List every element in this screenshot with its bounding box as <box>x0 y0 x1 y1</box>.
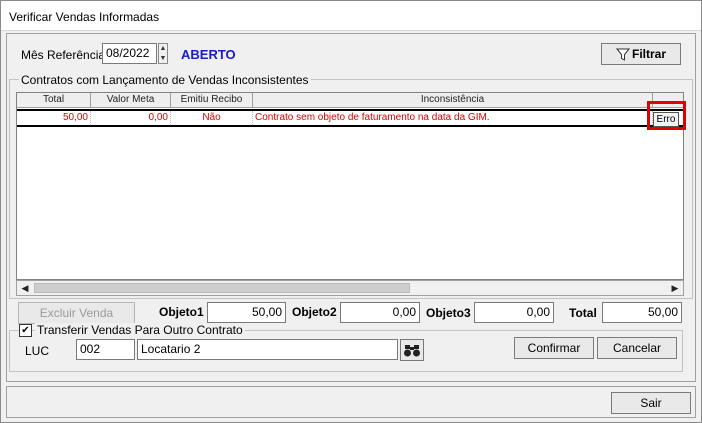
cell-valor-meta: 0,00 <box>91 111 171 125</box>
spin-up-icon[interactable]: ▲ <box>159 44 167 54</box>
main-window: Verificar Vendas Informadas Mês Referênc… <box>0 0 702 423</box>
column-header-inconsistencia[interactable]: Inconsistência <box>253 93 653 108</box>
status-label: ABERTO <box>181 47 236 62</box>
scroll-thumb[interactable] <box>34 283 410 293</box>
contracts-group-title: Contratos com Lançamento de Vendas Incon… <box>19 73 311 87</box>
cancelar-button[interactable]: Cancelar <box>597 337 677 359</box>
horizontal-scrollbar[interactable]: ◀ ▶ <box>16 280 684 296</box>
transfer-checkbox-label[interactable]: Transferir Vendas Para Outro Contrato <box>35 323 245 337</box>
luc-label: LUC <box>25 344 50 358</box>
objeto2-field[interactable]: 0,00 <box>340 302 420 323</box>
luc-input[interactable]: 002 <box>76 339 135 360</box>
column-header-emitiu-recibo[interactable]: Emitiu Recibo <box>171 93 253 108</box>
objeto1-field[interactable]: 50,00 <box>207 302 286 323</box>
objeto2-label: Objeto2 <box>292 305 337 319</box>
objeto3-field[interactable]: 0,00 <box>474 302 554 323</box>
spin-down-icon[interactable]: ▼ <box>159 54 167 64</box>
excluir-venda-button[interactable]: Excluir Venda <box>18 302 135 324</box>
funnel-icon <box>615 48 631 62</box>
confirmar-button[interactable]: Confirmar <box>514 337 594 359</box>
bottom-bar <box>6 386 696 418</box>
cell-inconsistencia: Contrato sem objeto de faturamento na da… <box>253 111 653 125</box>
locatario-field[interactable]: Locatario 2 <box>137 339 398 360</box>
mes-referencia-label: Mês Referência <box>21 48 106 62</box>
contracts-table[interactable]: Total Valor Meta Emitiu Recibo Inconsist… <box>16 92 684 280</box>
mes-referencia-input[interactable]: 08/2022 <box>102 43 157 64</box>
sair-button[interactable]: Sair <box>611 392 691 414</box>
transfer-checkbox[interactable]: ✔ <box>19 324 32 337</box>
column-header-total[interactable]: Total <box>17 93 91 108</box>
scroll-left-icon[interactable]: ◀ <box>17 281 33 295</box>
filtrar-button[interactable]: Filtrar <box>601 43 681 65</box>
erro-button-highlight <box>647 101 686 130</box>
cell-total: 50,00 <box>17 111 91 125</box>
binoculars-button[interactable] <box>400 339 424 361</box>
filtrar-label: Filtrar <box>631 47 666 61</box>
binoculars-icon <box>404 345 420 357</box>
table-row[interactable]: 50,00 0,00 Não Contrato sem objeto de fa… <box>17 109 683 127</box>
total-field[interactable]: 50,00 <box>602 302 682 323</box>
column-header-valor-meta[interactable]: Valor Meta <box>91 93 171 108</box>
mes-referencia-spinner[interactable]: ▲ ▼ <box>158 43 168 64</box>
total-label: Total <box>569 306 597 320</box>
window-title: Verificar Vendas Informadas <box>9 10 160 24</box>
title-bar: Verificar Vendas Informadas <box>1 1 701 31</box>
cell-emitiu-recibo: Não <box>171 111 253 125</box>
objeto3-label: Objeto3 <box>426 306 471 320</box>
scroll-right-icon[interactable]: ▶ <box>667 281 683 295</box>
objeto1-label: Objeto1 <box>159 305 204 319</box>
